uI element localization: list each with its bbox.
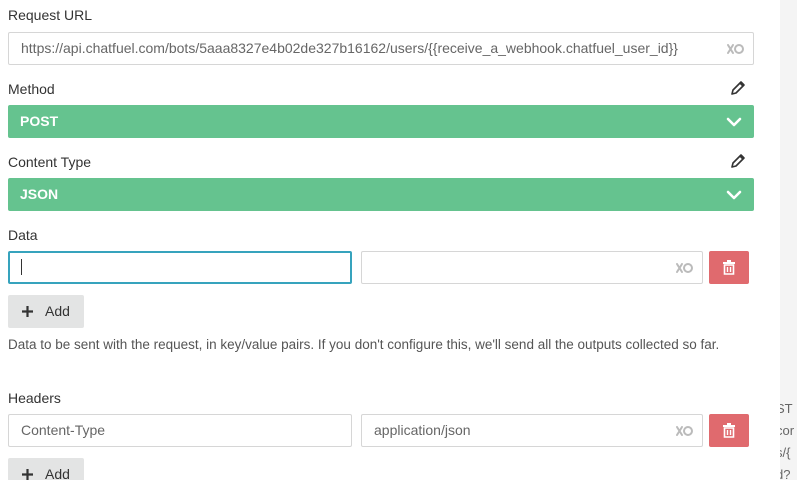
trash-icon — [723, 260, 735, 275]
content-type-select[interactable]: JSON — [8, 178, 754, 211]
method-edit-pencil-icon[interactable] — [729, 79, 747, 97]
background-text-line: d? — [780, 467, 791, 480]
data-delete-button[interactable] — [709, 251, 749, 284]
request-url-value: https://api.chatfuel.com/bots/5aaa8327e4… — [21, 40, 678, 56]
header-key-value: Content-Type — [21, 422, 106, 438]
header-value-value: application/json — [374, 422, 471, 438]
background-text-line: s/{ — [780, 445, 791, 460]
method-selected-value: POST — [20, 113, 59, 129]
request-url-label: Request URL — [8, 7, 93, 23]
text-caret — [21, 259, 22, 276]
headers-label: Headers — [8, 390, 61, 406]
header-delete-button[interactable] — [709, 414, 749, 447]
header-key-input[interactable]: Content-Type — [8, 414, 352, 447]
request-url-input[interactable]: https://api.chatfuel.com/bots/5aaa8327e4… — [8, 32, 754, 65]
method-label: Method — [8, 81, 55, 97]
data-help-text: Data to be sent with the request, in key… — [8, 337, 720, 352]
trash-icon — [723, 423, 735, 438]
background-text-line: ST — [780, 401, 793, 416]
insert-field-icon[interactable] — [674, 260, 694, 276]
content-type-selected-value: JSON — [20, 186, 59, 202]
background-text-line: cor — [780, 423, 795, 438]
content-type-edit-pencil-icon[interactable] — [729, 152, 747, 170]
chevron-down-icon — [726, 190, 742, 200]
data-label: Data — [8, 227, 38, 243]
plus-icon — [22, 306, 33, 317]
content-type-label: Content Type — [8, 154, 92, 170]
method-select[interactable]: POST — [8, 105, 754, 138]
data-value-input[interactable] — [361, 251, 703, 284]
header-add-label: Add — [45, 466, 70, 480]
header-value-input[interactable]: application/json — [361, 414, 703, 447]
background-page-strip: ST cor s/{ d? — [780, 0, 797, 480]
data-key-input[interactable] — [8, 251, 352, 284]
insert-field-icon[interactable] — [674, 423, 694, 439]
chevron-down-icon — [726, 117, 742, 127]
background-text: ST cor s/{ d? — [780, 398, 794, 480]
plus-icon — [22, 469, 33, 480]
data-add-button[interactable]: Add — [8, 295, 84, 328]
header-add-button[interactable]: Add — [8, 458, 84, 480]
data-add-label: Add — [45, 303, 70, 319]
insert-field-icon[interactable] — [725, 41, 745, 57]
webhook-action-panel: Request URL https://api.chatfuel.com/bot… — [0, 0, 780, 480]
